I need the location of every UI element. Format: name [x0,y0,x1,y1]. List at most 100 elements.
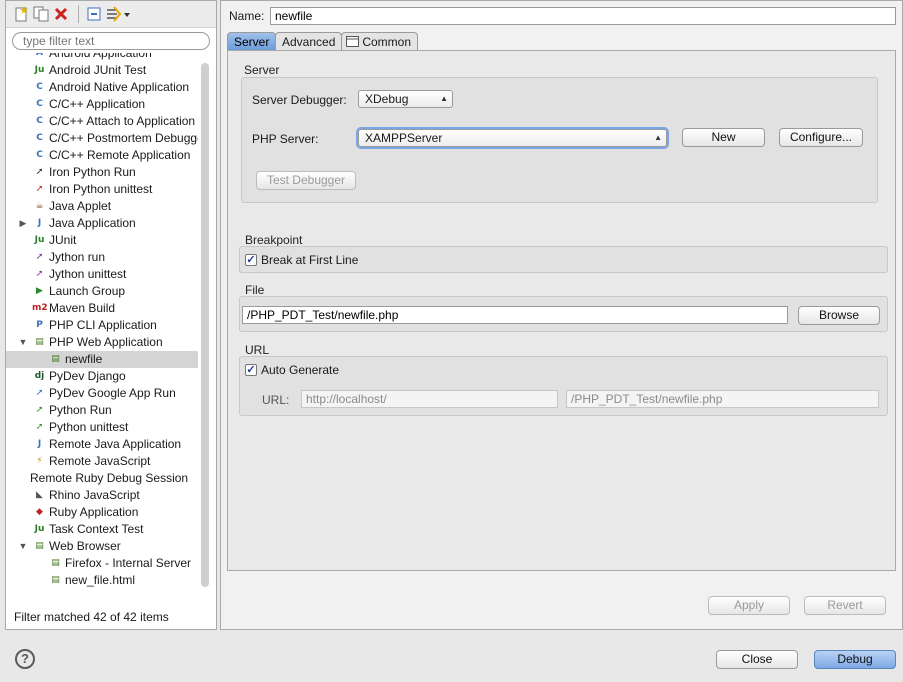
launch-config-tree-pane: A Android Application Ju Android JUnit Test… [5,0,217,630]
tree-item-label: newfile [65,352,103,366]
tree-item-label: Iron Python Run [49,165,136,179]
tree-item[interactable]: ➚ Python Run [6,402,198,419]
configure-server-button[interactable]: Configure... [779,128,863,147]
common-tab-icon [346,36,359,47]
tree-item[interactable]: Ju Android JUnit Test [6,62,198,79]
url-path-input[interactable] [566,390,879,408]
name-label: Name: [229,9,265,23]
tree-item[interactable]: ▶ J Java Application [6,215,198,232]
new-config-button[interactable] [12,5,30,23]
breakpoint-group-title: Breakpoint [245,233,303,247]
base-url-input[interactable] [301,390,558,408]
tree-item[interactable]: Ju Task Context Test [6,521,198,538]
config-editor-pane: Name: Server Advanced Common Server Serv… [220,0,903,630]
revert-button[interactable]: Revert [804,596,886,615]
tree-item-label: PHP CLI Application [49,318,157,332]
tree-item[interactable]: P PHP CLI Application [6,317,198,334]
tree-item[interactable]: C Android Native Application [6,79,198,96]
tree-item[interactable]: J Remote Java Application [6,436,198,453]
tree-item-label: PyDev Google App Run [49,386,176,400]
file-path-input[interactable] [242,306,788,324]
tree-item[interactable]: C C/C++ Postmortem Debugger [6,130,198,147]
break-first-line-checkbox[interactable]: ✓ [245,254,257,266]
tree-item[interactable]: C C/C++ Attach to Application [6,113,198,130]
launch-config-tree: A Android Application Ju Android JUnit Test… [6,53,198,601]
tree-item[interactable]: Remote Ruby Debug Session [6,470,198,487]
debug-button[interactable]: Debug [814,650,896,669]
apply-button[interactable]: Apply [708,596,790,615]
tree-item[interactable]: ➚ Iron Python unittest [6,181,198,198]
tab-advanced[interactable]: Advanced [275,32,343,51]
web-browser-icon: ▤ [35,541,44,551]
php-server-select[interactable]: XAMPPServer ▲ [358,129,667,147]
auto-generate-checkbox[interactable]: ✓ [245,364,257,376]
tab-common[interactable]: Common [341,32,419,51]
tree-item[interactable]: C C/C++ Remote Application [6,147,198,164]
collapse-all-button[interactable] [85,5,103,23]
new-file-icon [15,6,28,22]
collapsed-twisty-icon[interactable]: ▶ [18,215,28,232]
server-tab-panel: Server Server Debugger: XDebug ▲ PHP Ser… [227,50,896,571]
tree-item[interactable]: ➚ Jython run [6,249,198,266]
launch-group-icon: ▶ [36,286,43,296]
tree-item[interactable]: ▼ ▤ Web Browser [6,538,198,555]
java-app-icon: J [37,218,42,228]
tree-item-label: Java Applet [49,199,112,213]
tree-item[interactable]: m2 Maven Build [6,300,198,317]
tree-item[interactable]: ☕ Java Applet [6,198,198,215]
tree-item-label: C/C++ Postmortem Debugger [49,131,198,145]
tree-item[interactable]: ◆ Ruby Application [6,504,198,521]
delete-config-button[interactable] [52,5,70,23]
tree-item[interactable]: Ju JUnit [6,232,198,249]
file-group: Browse [239,296,888,332]
server-group: Server Debugger: XDebug ▲ PHP Server: XA… [241,77,878,203]
url-group-title: URL [245,343,270,357]
tree-item[interactable]: C C/C++ Application [6,96,198,113]
google-app-icon: ➚ [35,388,44,398]
junit-icon: Ju [34,65,45,75]
tree-item[interactable]: ➚ Iron Python Run [6,164,198,181]
server-debugger-select[interactable]: XDebug ▲ [358,90,453,108]
test-debugger-button[interactable]: Test Debugger [256,171,356,190]
expanded-twisty-icon[interactable]: ▼ [18,334,28,351]
tree-item[interactable]: ▤ new_file.html [6,572,198,589]
tab-label: Server [234,35,270,49]
tree-item[interactable]: ▤ Firefox - Internal Server [6,555,198,572]
maven-icon: m2 [32,303,48,313]
c-remote-icon: C [36,150,43,160]
config-name-input[interactable] [270,7,896,25]
tree-item[interactable]: ◣ Rhino JavaScript [6,487,198,504]
android-native-icon: C [36,82,43,92]
tree-item[interactable]: A Android Application [6,53,198,62]
url-label: URL: [262,393,290,407]
filter-status-text: Filter matched 42 of 42 items [14,610,169,624]
tree-item[interactable]: ➚ PyDev Google App Run [6,385,198,402]
c-attach-icon: C [36,116,43,126]
browse-button[interactable]: Browse [798,306,880,325]
tree-scrollbar[interactable] [201,63,209,587]
tree-item[interactable]: ➚ Python unittest [6,419,198,436]
help-icon[interactable]: ? [15,649,35,669]
browser-config-icon: ▤ [51,558,60,568]
c-app-icon: C [36,99,43,109]
tree-item-label: JUnit [49,233,77,247]
new-server-button[interactable]: New [682,128,765,147]
tab-server[interactable]: Server [227,32,277,51]
tree-item[interactable]: ▤ newfile [6,351,198,368]
duplicate-config-button[interactable] [32,5,50,23]
tree-item[interactable]: ⚡ Remote JavaScript [6,453,198,470]
tree-item-label: Python unittest [49,420,129,434]
close-button[interactable]: Close [716,650,798,669]
tree-item-label: Firefox - Internal Server [65,556,192,570]
expanded-twisty-icon[interactable]: ▼ [18,538,28,555]
url-group: ✓ Auto Generate URL: [239,356,888,416]
tree-item[interactable]: ▼ ▤ PHP Web Application [6,334,198,351]
tree-item[interactable]: dj PyDev Django [6,368,198,385]
tree-item[interactable]: ▶ Launch Group [6,283,198,300]
tree-item[interactable]: ➚ Jython unittest [6,266,198,283]
tree-item-label: Python Run [49,403,112,417]
filter-menu-button[interactable] [105,5,131,23]
c-postmortem-icon: C [36,133,43,143]
filter-input[interactable] [12,32,210,50]
tree-item-label: PHP Web Application [49,335,163,349]
